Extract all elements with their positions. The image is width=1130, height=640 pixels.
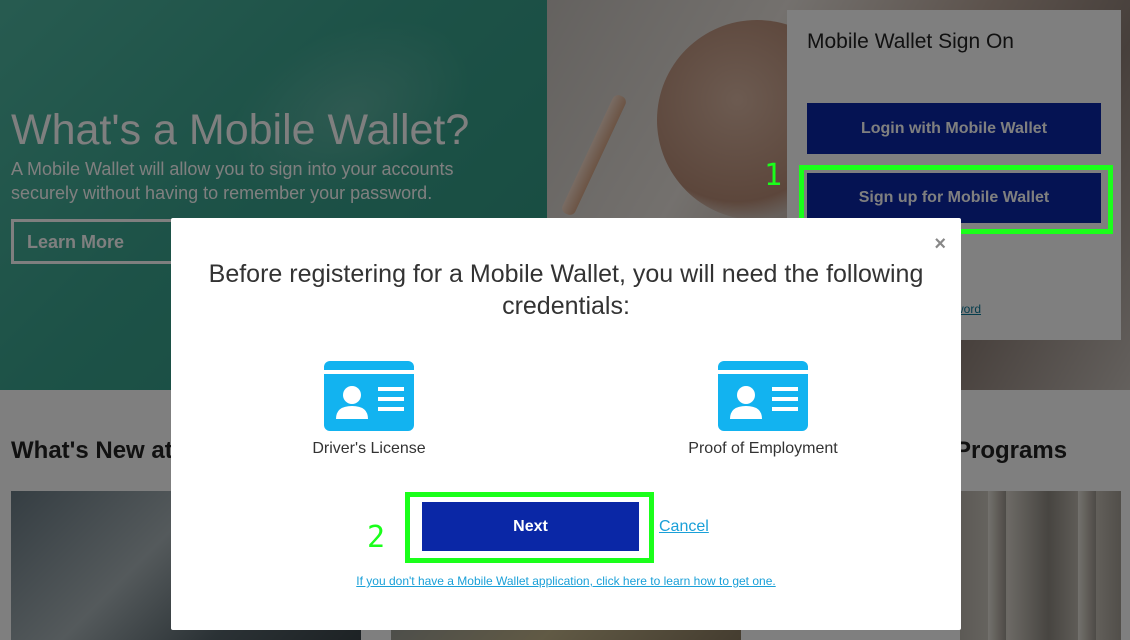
cancel-link[interactable]: Cancel (659, 518, 709, 536)
credential-drivers-license: Driver's License (249, 361, 489, 458)
modal-heading: Before registering for a Mobile Wallet, … (208, 260, 924, 320)
credentials-modal: × Before registering for a Mobile Wallet… (171, 218, 961, 630)
id-card-icon (718, 361, 808, 431)
annotation-number-1: 1 (764, 158, 783, 193)
annotation-number-2: 2 (367, 520, 386, 555)
credential-label: Proof of Employment (688, 440, 838, 457)
close-icon[interactable]: × (934, 234, 946, 254)
id-card-icon (324, 361, 414, 431)
get-wallet-help-link[interactable]: If you don't have a Mobile Wallet applic… (171, 574, 961, 588)
credential-label: Driver's License (312, 440, 426, 457)
annotation-box-2 (405, 492, 654, 563)
credential-proof-of-employment: Proof of Employment (643, 361, 883, 458)
